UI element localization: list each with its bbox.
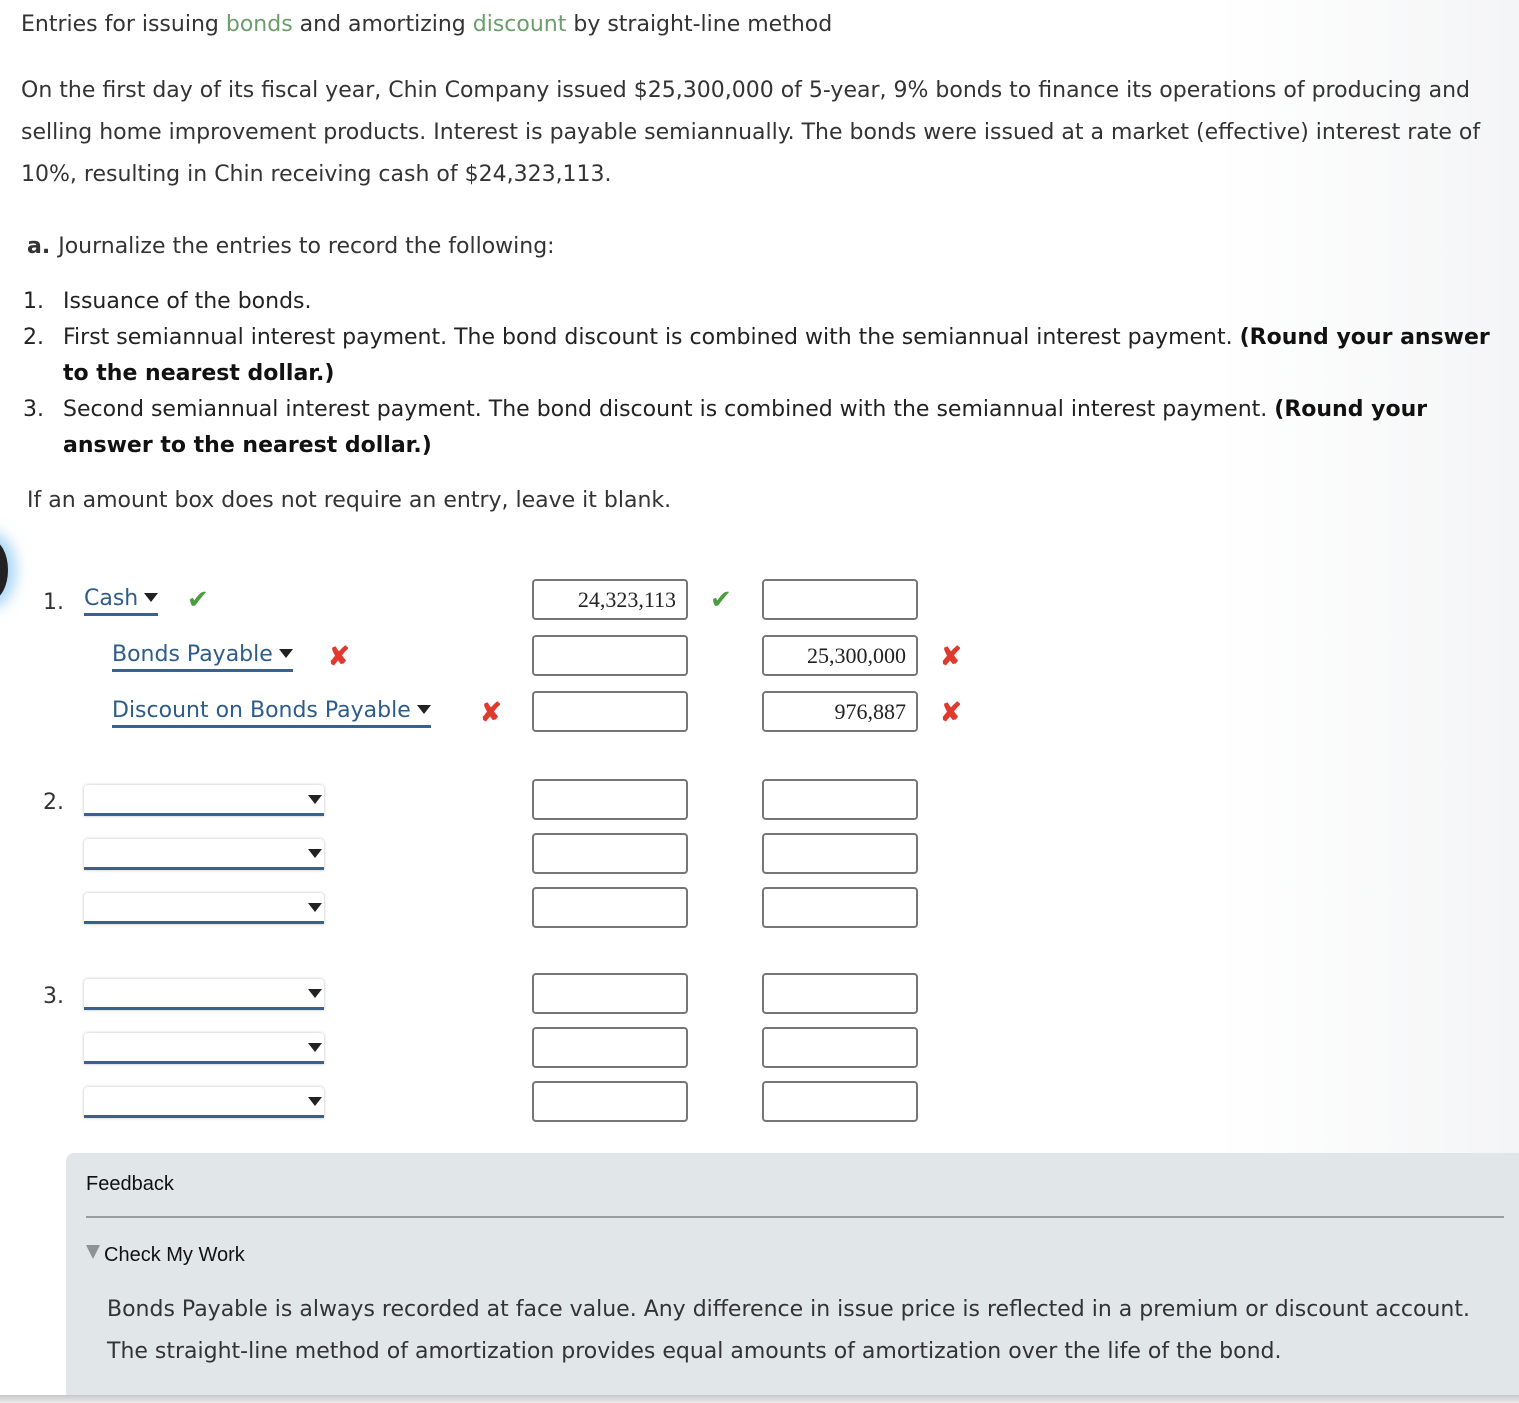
dropdown-caret-icon <box>278 649 293 658</box>
title-text: and amortizing <box>292 12 473 37</box>
credit-amount-input[interactable] <box>762 1081 918 1122</box>
credit-amount-input[interactable]: 25,300,000 <box>762 635 918 676</box>
instruction-number: 1. <box>23 289 44 314</box>
account-select[interactable] <box>84 1087 324 1118</box>
entry-number: 1. <box>43 590 64 615</box>
title-text: Entries for issuing <box>21 12 226 37</box>
glossary-link-bonds[interactable]: bonds <box>226 12 293 37</box>
incorrect-x-icon: ✘ <box>328 641 350 671</box>
incorrect-x-icon: ✘ <box>940 641 962 671</box>
dropdown-caret-icon <box>308 1097 322 1106</box>
feedback-divider <box>86 1216 1504 1218</box>
part-a-label: a. <box>27 234 51 259</box>
account-select[interactable] <box>84 979 324 1010</box>
instruction-item: 3. Second semiannual interest payment. Th… <box>23 392 1519 464</box>
entry-number: 3. <box>43 984 64 1009</box>
instruction-number: 3. <box>23 397 44 422</box>
blank-entry-note: If an amount box does not require an ent… <box>27 488 672 513</box>
debit-amount-input[interactable]: 24,323,113 <box>532 579 688 620</box>
debit-amount-input[interactable] <box>532 635 688 676</box>
dropdown-caret-icon <box>308 849 322 858</box>
account-select-value: Bonds Payable <box>112 642 273 667</box>
debit-amount-input[interactable] <box>532 887 688 928</box>
dropdown-caret-icon <box>308 1043 322 1052</box>
feedback-text: Bonds Payable is always recorded at face… <box>107 1297 1470 1364</box>
part-a-text: Journalize the entries to record the fol… <box>58 234 555 259</box>
instruction-item: 1. Issuance of the bonds. <box>23 284 1519 320</box>
title-text: by straight-line method <box>566 12 833 37</box>
account-select[interactable] <box>84 893 324 924</box>
account-select[interactable] <box>84 785 324 816</box>
part-a-heading: a. Journalize the entries to record the f… <box>27 234 555 259</box>
feedback-panel: Feedback Check My Work Bonds Payable is … <box>66 1153 1519 1396</box>
dropdown-caret-icon <box>416 705 431 714</box>
collapse-triangle-icon <box>86 1245 100 1259</box>
credit-amount-input[interactable]: 976,887 <box>762 691 918 732</box>
entry-number: 2. <box>43 790 64 815</box>
debit-amount-input[interactable] <box>532 779 688 820</box>
account-select[interactable]: Cash <box>84 585 159 616</box>
incorrect-x-icon: ✘ <box>480 697 502 727</box>
window-bottom-edge <box>0 1395 1519 1403</box>
instruction-text: Second semiannual interest payment. The … <box>63 397 1275 422</box>
instruction-text: First semiannual interest payment. The b… <box>63 325 1240 350</box>
instruction-number: 2. <box>23 325 44 350</box>
credit-amount-input[interactable] <box>762 779 918 820</box>
account-select-value: Cash <box>84 586 139 611</box>
account-select[interactable] <box>84 839 324 870</box>
instruction-text: Issuance of the bonds. <box>63 289 312 314</box>
account-select[interactable]: Bonds Payable <box>112 641 293 672</box>
dropdown-caret-icon <box>308 903 322 912</box>
account-select-value: Discount on Bonds Payable <box>112 698 411 723</box>
debit-amount-input[interactable] <box>532 973 688 1014</box>
dropdown-caret-icon <box>308 795 322 804</box>
incorrect-x-icon: ✘ <box>940 697 962 727</box>
credit-amount-input[interactable] <box>762 887 918 928</box>
feedback-title: Feedback <box>86 1173 174 1195</box>
credit-amount-input[interactable] <box>762 973 918 1014</box>
problem-title: Entries for issuing bonds and amortizing… <box>21 12 832 37</box>
credit-amount-input[interactable] <box>762 833 918 874</box>
debit-amount-input[interactable] <box>532 1027 688 1068</box>
dropdown-caret-icon <box>144 593 159 602</box>
debit-amount-input[interactable] <box>532 691 688 732</box>
account-select[interactable]: Discount on Bonds Payable <box>112 697 431 728</box>
check-my-work-label: Check My Work <box>104 1244 245 1266</box>
instruction-list: 1. Issuance of the bonds. 2. First semiann… <box>23 284 1519 464</box>
dropdown-caret-icon <box>308 989 322 998</box>
debit-amount-input[interactable] <box>532 1081 688 1122</box>
glossary-link-discount[interactable]: discount <box>473 12 567 37</box>
debit-amount-input[interactable] <box>532 833 688 874</box>
credit-amount-input[interactable] <box>762 1027 918 1068</box>
problem-intro: On the first day of its fiscal year, Chi… <box>21 78 1481 187</box>
correct-check-icon: ✔ <box>187 585 209 615</box>
account-select[interactable] <box>84 1033 324 1064</box>
check-my-work-toggle[interactable]: Check My Work <box>86 1244 245 1267</box>
correct-check-icon: ✔ <box>710 585 732 615</box>
instruction-item: 2. First semiannual interest payment. The… <box>23 320 1519 392</box>
credit-amount-input[interactable] <box>762 579 918 620</box>
